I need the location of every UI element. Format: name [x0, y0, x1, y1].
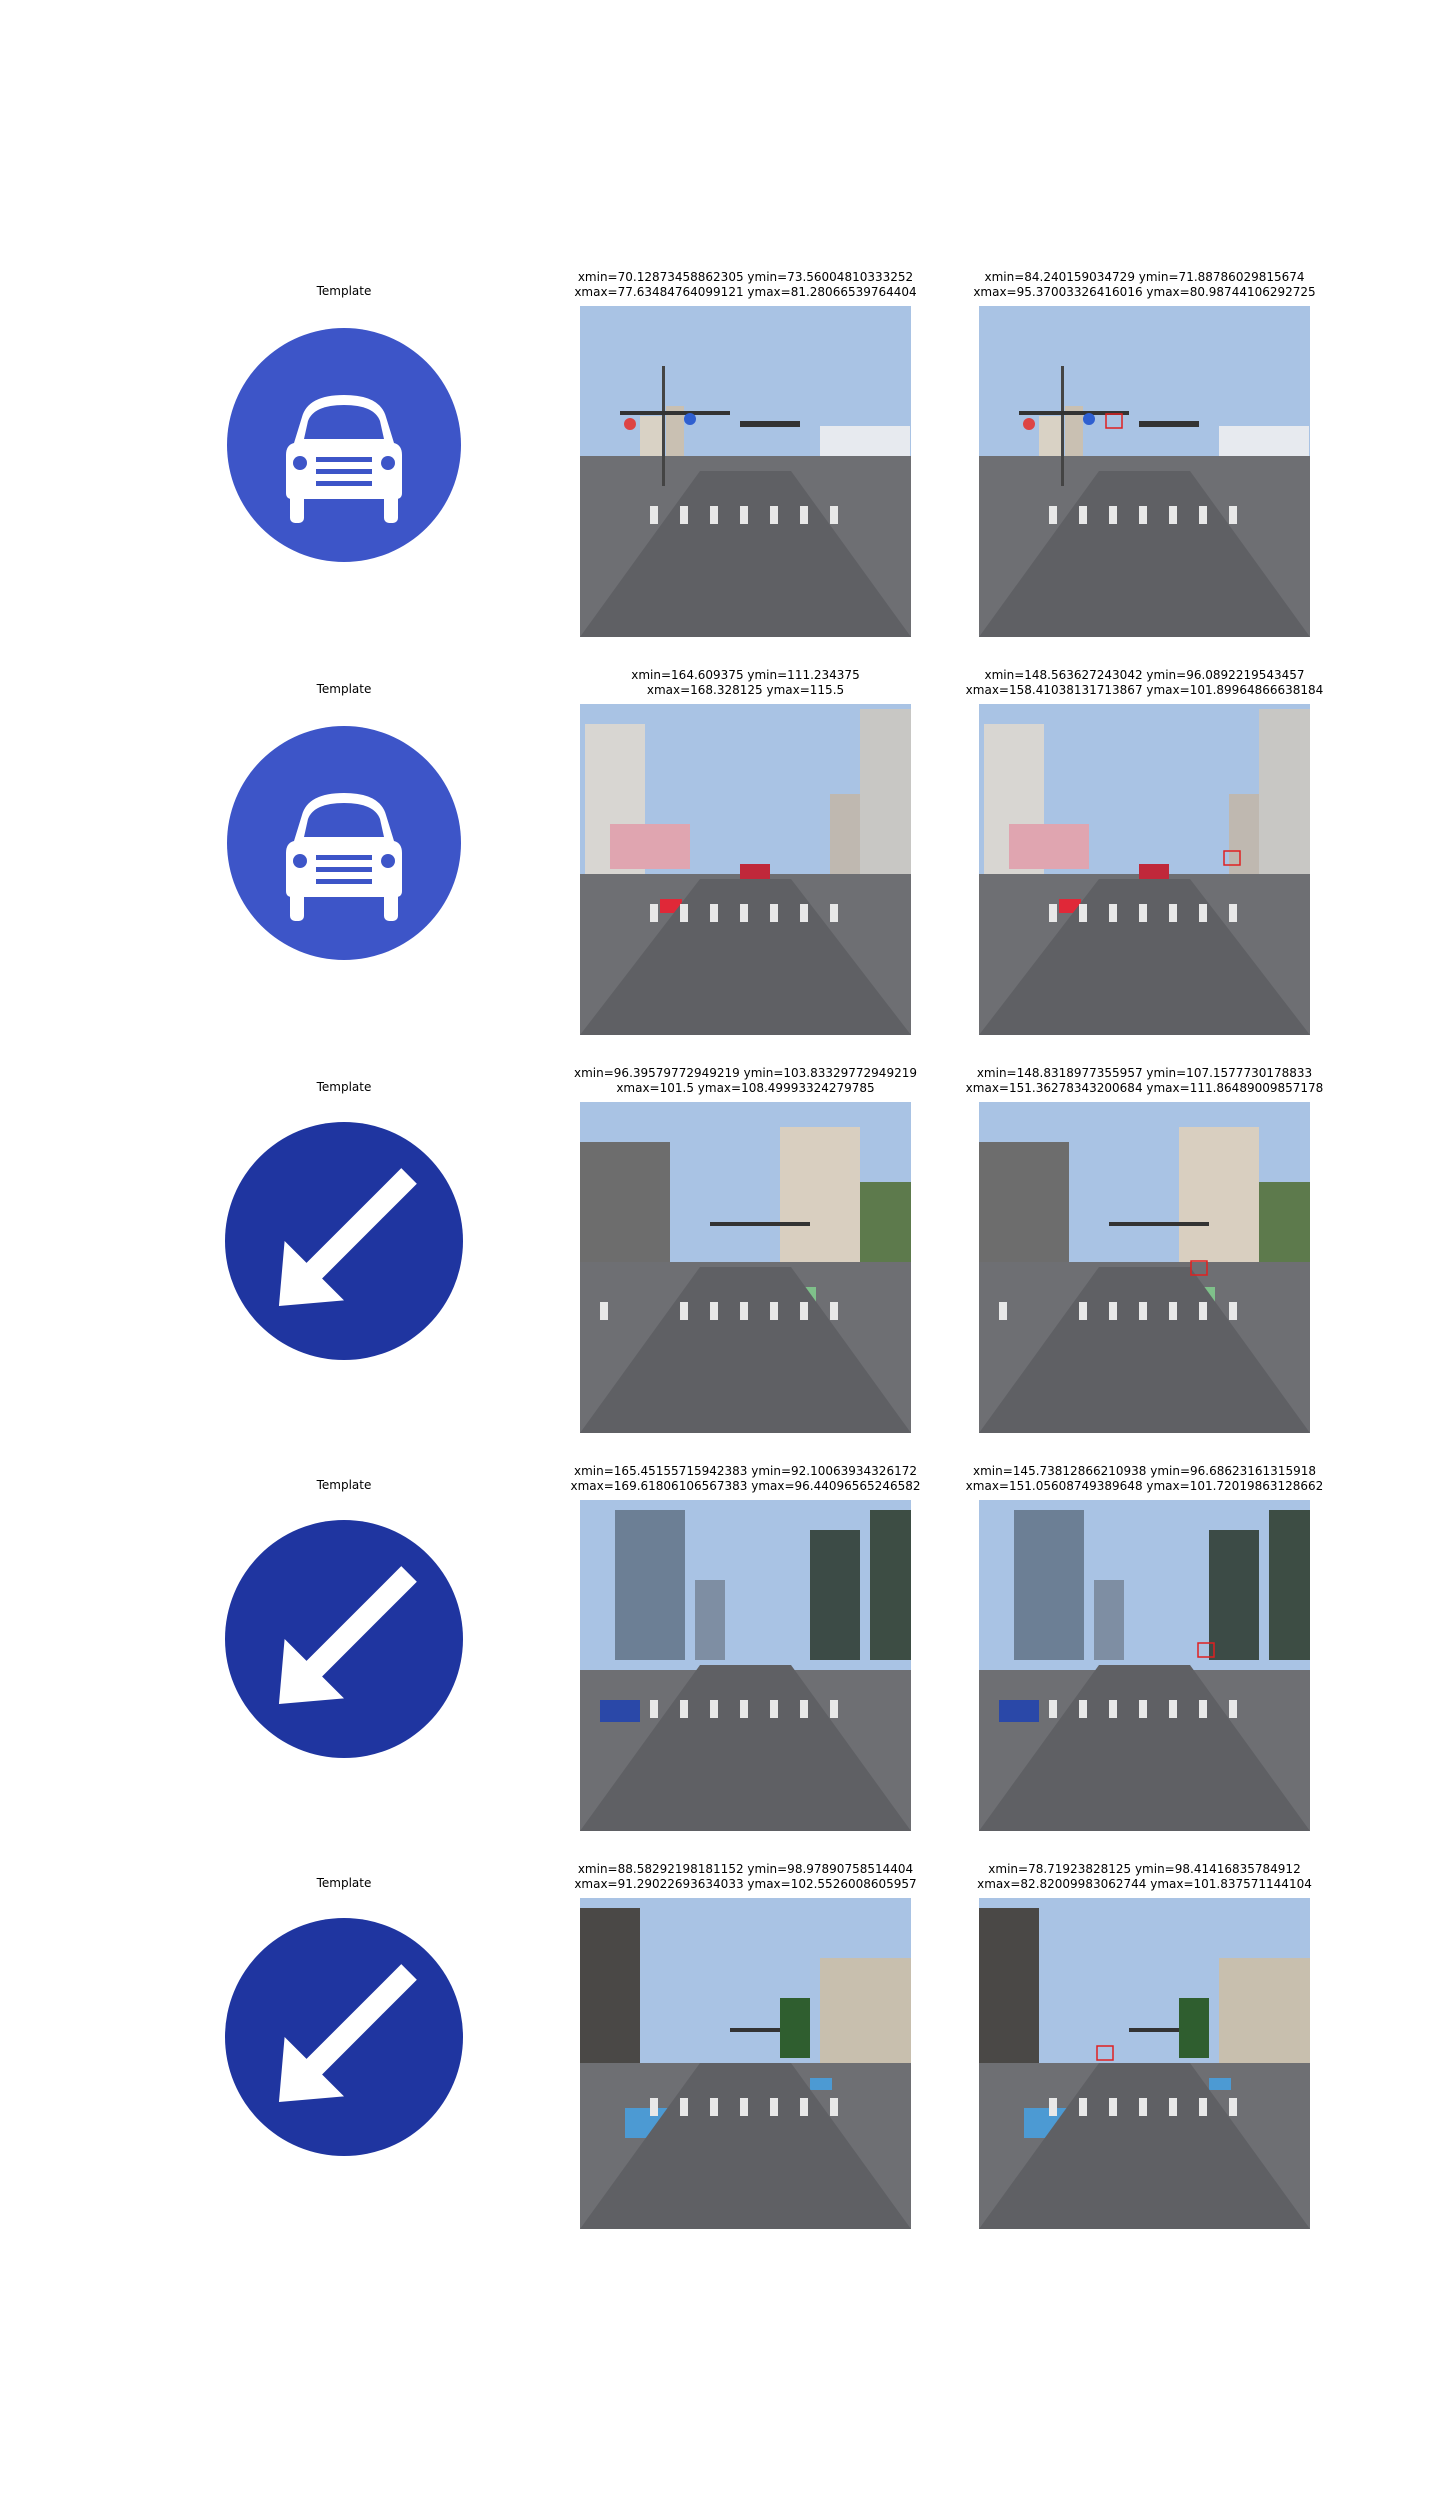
groundtruth-coords: xmin=148.8318977355957 ymin=107.15777301… — [919, 1066, 1370, 1096]
groundtruth-coords: xmin=78.71923828125 ymin=98.414168357849… — [919, 1862, 1370, 1892]
keep-right-arrow-icon — [225, 1520, 463, 1758]
prediction-image — [580, 1500, 911, 1831]
coords-line-2: xmax=168.328125 ymax=115.5 — [646, 683, 845, 697]
template-sign — [219, 1116, 469, 1366]
groundtruth-coords: xmin=84.240159034729 ymin=71.88786029815… — [919, 270, 1370, 300]
coords-line-2: xmax=151.36278343200684 ymax=111.8648900… — [965, 1081, 1324, 1095]
coords-line-1: xmin=70.12873458862305 ymin=73.560048103… — [577, 270, 914, 284]
street-photo — [580, 1500, 911, 1831]
street-photo — [979, 704, 1310, 1035]
coords-line-1: xmin=164.609375 ymin=111.234375 — [631, 668, 860, 682]
groundtruth-image — [979, 1500, 1310, 1831]
template-label: Template — [316, 1876, 372, 1890]
street-photo — [580, 306, 911, 637]
prediction-coords: xmin=165.45155715942383 ymin=92.10063934… — [520, 1464, 971, 1494]
prediction-image — [580, 1102, 911, 1433]
street-photo — [979, 1898, 1310, 2229]
prediction-coords: xmin=164.609375 ymin=111.234375 xmax=168… — [520, 668, 971, 698]
groundtruth-coords: xmin=145.73812866210938 ymin=96.68623161… — [919, 1464, 1370, 1494]
template-label: Template — [316, 1080, 372, 1094]
coords-line-2: xmax=82.82009983062744 ymax=101.83757114… — [977, 1877, 1312, 1891]
sample-row: Template xmin=165.45155715942383 ymin=92… — [0, 1464, 1440, 1858]
prediction-image — [580, 704, 911, 1035]
template-sign — [219, 718, 469, 968]
coords-line-1: xmin=148.563627243042 ymin=96.0892219543… — [984, 668, 1305, 682]
sample-row: Template xmin=70.12873458862305 ymin=73.… — [0, 270, 1440, 664]
prediction-coords: xmin=70.12873458862305 ymin=73.560048103… — [520, 270, 971, 300]
coords-line-2: xmax=91.29022693634033 ymax=102.55260086… — [574, 1877, 917, 1891]
coords-line-1: xmin=145.73812866210938 ymin=96.68623161… — [973, 1464, 1316, 1478]
groundtruth-image — [979, 306, 1310, 637]
sample-row: Template xmin=88.58292198181152 ymin=98.… — [0, 1862, 1440, 2256]
coords-line-2: xmax=158.41038131713867 ymax=101.8996486… — [965, 683, 1324, 697]
street-photo — [580, 1102, 911, 1433]
template-sign — [219, 320, 469, 570]
coords-line-1: xmin=84.240159034729 ymin=71.88786029815… — [984, 270, 1305, 284]
coords-line-2: xmax=151.05608749389648 ymax=101.7201986… — [965, 1479, 1324, 1493]
template-label: Template — [316, 284, 372, 298]
street-photo — [580, 704, 911, 1035]
street-photo — [979, 1102, 1310, 1433]
car-sign-icon — [227, 726, 461, 960]
groundtruth-coords: xmin=148.563627243042 ymin=96.0892219543… — [919, 668, 1370, 698]
coords-line-2: xmax=95.37003326416016 ymax=80.987441062… — [973, 285, 1316, 299]
prediction-coords: xmin=96.39579772949219 ymin=103.83329772… — [520, 1066, 971, 1096]
groundtruth-image — [979, 704, 1310, 1035]
coords-line-1: xmin=165.45155715942383 ymin=92.10063934… — [574, 1464, 917, 1478]
groundtruth-image — [979, 1102, 1310, 1433]
template-sign — [219, 1912, 469, 2162]
groundtruth-image — [979, 1898, 1310, 2229]
template-label: Template — [316, 682, 372, 696]
template-sign — [219, 1514, 469, 1764]
street-photo — [979, 1500, 1310, 1831]
keep-right-arrow-icon — [225, 1122, 463, 1360]
coords-line-1: xmin=96.39579772949219 ymin=103.83329772… — [574, 1066, 917, 1080]
street-photo — [580, 1898, 911, 2229]
sample-row: Template xmin=96.39579772949219 ymin=103… — [0, 1066, 1440, 1460]
coords-line-2: xmax=101.5 ymax=108.49993324279785 — [616, 1081, 875, 1095]
coords-line-2: xmax=169.61806106567383 ymax=96.44096565… — [570, 1479, 921, 1493]
keep-right-arrow-icon — [225, 1918, 463, 2156]
coords-line-1: xmin=148.8318977355957 ymin=107.15777301… — [976, 1066, 1313, 1080]
prediction-coords: xmin=88.58292198181152 ymin=98.978907585… — [520, 1862, 971, 1892]
coords-line-2: xmax=77.63484764099121 ymax=81.280665397… — [574, 285, 917, 299]
car-sign-icon — [227, 328, 461, 562]
coords-line-1: xmin=88.58292198181152 ymin=98.978907585… — [577, 1862, 914, 1876]
sample-row: Template xmin=164.609375 ymin=111.234375… — [0, 668, 1440, 1062]
prediction-image — [580, 1898, 911, 2229]
coords-line-1: xmin=78.71923828125 ymin=98.414168357849… — [988, 1862, 1301, 1876]
prediction-image — [580, 306, 911, 637]
street-photo — [979, 306, 1310, 637]
template-label: Template — [316, 1478, 372, 1492]
